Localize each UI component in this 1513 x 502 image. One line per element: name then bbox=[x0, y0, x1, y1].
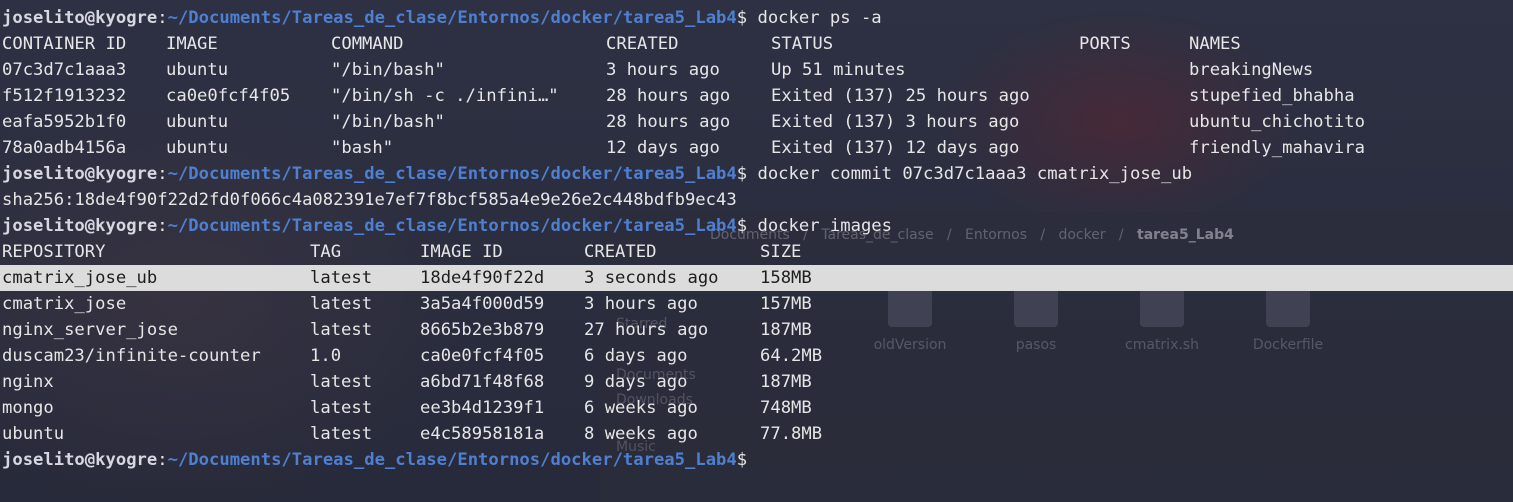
command-text: docker ps -a bbox=[757, 8, 882, 28]
created: 3 hours ago bbox=[584, 294, 698, 314]
prompt-line-active[interactable]: joselito@kyogre:~/Documents/Tareas_de_cl… bbox=[2, 447, 1513, 473]
created: 6 days ago bbox=[584, 346, 688, 366]
created: 6 weeks ago bbox=[584, 398, 698, 418]
command: "/bin/bash" bbox=[331, 112, 445, 132]
command-text: docker images bbox=[757, 216, 892, 236]
container-id: eafa5952b1f0 bbox=[2, 112, 127, 132]
repository: duscam23/infinite-counter bbox=[2, 346, 261, 366]
ps-header-row: CONTAINER ID IMAGE COMMAND CREATED STATU… bbox=[2, 31, 1513, 57]
prompt-line: joselito@kyogre:~/Documents/Tareas_de_cl… bbox=[2, 216, 892, 236]
ps-header: CREATED bbox=[606, 34, 679, 54]
status: Exited (137) 3 hours ago bbox=[771, 112, 1020, 132]
created: 12 days ago bbox=[606, 138, 720, 158]
terminal-output[interactable]: joselito@kyogre:~/Documents/Tareas_de_cl… bbox=[0, 5, 1513, 473]
ps-header: PORTS bbox=[1079, 34, 1131, 54]
created: 28 hours ago bbox=[606, 112, 731, 132]
repository: cmatrix_jose bbox=[2, 294, 127, 314]
prompt-line: joselito@kyogre:~/Documents/Tareas_de_cl… bbox=[2, 164, 1193, 184]
images-header: CREATED bbox=[584, 242, 657, 262]
tag: latest bbox=[310, 294, 373, 314]
image-name: ubuntu bbox=[166, 112, 229, 132]
status: Exited (137) 25 hours ago bbox=[771, 86, 1030, 106]
image-id: ee3b4d1239f1 bbox=[420, 398, 545, 418]
images-row: nginx latest a6bd71f48f68 9 days ago 187… bbox=[2, 369, 1513, 395]
command: "bash" bbox=[331, 138, 394, 158]
images-row: nginx_server_jose latest 8665b2e3b879 27… bbox=[2, 317, 1513, 343]
container-name: ubuntu_chichotito bbox=[1189, 112, 1365, 132]
images-row: ubuntu latest e4c58958181a 8 weeks ago 7… bbox=[2, 421, 1513, 447]
image-id: 3a5a4f000d59 bbox=[420, 294, 545, 314]
container-id: 78a0adb4156a bbox=[2, 138, 127, 158]
image-id: a6bd71f48f68 bbox=[420, 372, 545, 392]
size: 64.2MB bbox=[760, 346, 823, 366]
ps-header: CONTAINER ID bbox=[2, 34, 127, 54]
images-row: mongo latest ee3b4d1239f1 6 weeks ago 74… bbox=[2, 395, 1513, 421]
image-id: e4c58958181a bbox=[420, 424, 545, 444]
created: 8 weeks ago bbox=[584, 424, 698, 444]
images-row-selected[interactable]: cmatrix_jose_ub latest 18de4f90f22d 3 se… bbox=[0, 265, 1513, 291]
repository: cmatrix_jose_ub bbox=[2, 268, 158, 288]
images-row: duscam23/infinite-counter 1.0 ca0e0fcf4f… bbox=[2, 343, 1513, 369]
commit-output: sha256:18de4f90f22d2fd0f066c4a082391e7ef… bbox=[2, 190, 737, 210]
image-name: ubuntu bbox=[166, 60, 229, 80]
size: 158MB bbox=[760, 268, 812, 288]
tag: latest bbox=[310, 372, 373, 392]
created: 27 hours ago bbox=[584, 320, 709, 340]
ps-row: eafa5952b1f0 ubuntu "/bin/bash" 28 hours… bbox=[2, 109, 1513, 135]
images-header: SIZE bbox=[760, 242, 802, 262]
tag: 1.0 bbox=[310, 346, 342, 366]
command: "/bin/sh -c ./infini…" bbox=[331, 86, 559, 106]
tag: latest bbox=[310, 320, 373, 340]
images-row: cmatrix_jose latest 3a5a4f000d59 3 hours… bbox=[2, 291, 1513, 317]
ps-header: COMMAND bbox=[331, 34, 404, 54]
size: 187MB bbox=[760, 320, 812, 340]
repository: ubuntu bbox=[2, 424, 65, 444]
repository: nginx bbox=[2, 372, 54, 392]
container-name: stupefied_bhabha bbox=[1189, 86, 1355, 106]
ps-row: 07c3d7c1aaa3 ubuntu "/bin/bash" 3 hours … bbox=[2, 57, 1513, 83]
size: 187MB bbox=[760, 372, 812, 392]
created: 28 hours ago bbox=[606, 86, 731, 106]
image-name: ca0e0fcf4f05 bbox=[166, 86, 291, 106]
ps-row: 78a0adb4156a ubuntu "bash" 12 days ago E… bbox=[2, 135, 1513, 161]
size: 748MB bbox=[760, 398, 812, 418]
images-header: TAG bbox=[310, 242, 342, 262]
tag: latest bbox=[310, 268, 373, 288]
container-name: breakingNews bbox=[1189, 60, 1314, 80]
status: Up 51 minutes bbox=[771, 60, 906, 80]
repository: nginx_server_jose bbox=[2, 320, 178, 340]
status: Exited (137) 12 days ago bbox=[771, 138, 1020, 158]
created: 3 hours ago bbox=[606, 60, 720, 80]
ps-row: f512f1913232 ca0e0fcf4f05 "/bin/sh -c ./… bbox=[2, 83, 1513, 109]
prompt-line: joselito@kyogre:~/Documents/Tareas_de_cl… bbox=[2, 8, 882, 28]
image-id: 8665b2e3b879 bbox=[420, 320, 545, 340]
command-text: docker commit 07c3d7c1aaa3 cmatrix_jose_… bbox=[757, 164, 1193, 184]
terminal-window[interactable]: Documents / Tareas_de_clase / Entornos /… bbox=[0, 0, 1513, 502]
repository: mongo bbox=[2, 398, 54, 418]
size: 157MB bbox=[760, 294, 812, 314]
container-id: f512f1913232 bbox=[2, 86, 127, 106]
created: 9 days ago bbox=[584, 372, 688, 392]
images-header-row: REPOSITORY TAG IMAGE ID CREATED SIZE bbox=[2, 239, 1513, 265]
ps-header: NAMES bbox=[1189, 34, 1241, 54]
created: 3 seconds ago bbox=[584, 268, 719, 288]
container-name: friendly_mahavira bbox=[1189, 138, 1365, 158]
image-id: ca0e0fcf4f05 bbox=[420, 346, 545, 366]
ps-header: STATUS bbox=[771, 34, 834, 54]
size: 77.8MB bbox=[760, 424, 823, 444]
images-header: IMAGE ID bbox=[420, 242, 503, 262]
tag: latest bbox=[310, 424, 373, 444]
image-name: ubuntu bbox=[166, 138, 229, 158]
images-header: REPOSITORY bbox=[2, 242, 106, 262]
tag: latest bbox=[310, 398, 373, 418]
container-id: 07c3d7c1aaa3 bbox=[2, 60, 127, 80]
image-id: 18de4f90f22d bbox=[420, 268, 545, 288]
command: "/bin/bash" bbox=[331, 60, 445, 80]
ps-header: IMAGE bbox=[166, 34, 218, 54]
